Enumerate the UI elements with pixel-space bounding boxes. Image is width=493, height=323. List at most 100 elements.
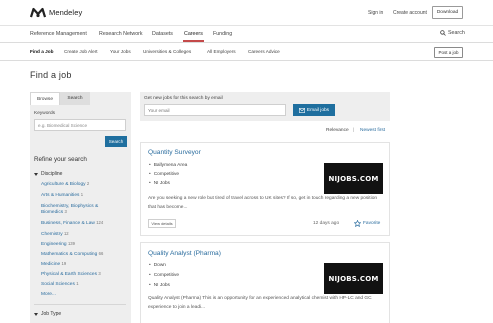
discipline-label: Social Sciences	[41, 282, 75, 287]
email-alert-label: Get new jobs for this search by email	[144, 96, 223, 101]
tab-find-a-job[interactable]: Find a Job	[30, 49, 53, 54]
discipline-label: Biomedics	[41, 210, 64, 215]
discipline-label: Biochemistry, Biophysics &	[41, 204, 99, 209]
job-type-filter-toggle[interactable]: Job Type	[34, 311, 61, 317]
brand-name: Mendeley	[49, 8, 83, 17]
star-icon	[354, 220, 361, 227]
discipline-count: 3	[64, 209, 67, 214]
post-a-job-button[interactable]: Post a job	[434, 47, 463, 58]
discipline-filter-toggle[interactable]: Discipline	[34, 171, 62, 177]
view-details-button[interactable]: View details	[148, 219, 176, 228]
discipline-item[interactable]: Social Sciences 1	[41, 281, 79, 287]
primary-nav: Reference Management Research Network Da…	[0, 26, 493, 43]
discipline-label: Chemistry	[41, 232, 63, 237]
job-card[interactable]: Quality Analyst (Pharma) Down Competitiv…	[140, 242, 390, 323]
discipline-item[interactable]: Physical & Earth Sciences 3	[41, 271, 101, 277]
email-alert-bar: Get new jobs for this search by email Yo…	[140, 92, 390, 121]
job-salary: Competitive	[149, 172, 179, 177]
discipline-item[interactable]: Business, Finance & Law 124	[41, 220, 104, 226]
discipline-count: 2	[86, 181, 90, 186]
refine-heading: Refine your search	[34, 156, 87, 163]
keyword-search-button[interactable]: Search	[105, 136, 127, 147]
nav-research-network[interactable]: Research Network	[99, 31, 143, 37]
envelope-icon	[298, 107, 305, 113]
sign-in-link[interactable]: Sign in	[368, 10, 383, 16]
nav-datasets[interactable]: Datasets	[152, 31, 173, 37]
employer-logo-text: NIJOBS.COM	[328, 174, 379, 183]
job-employer: NI Jobs	[149, 283, 170, 288]
discipline-label: Arts & Humanities	[41, 193, 80, 198]
tab-browse[interactable]: Browse	[30, 92, 60, 105]
job-card[interactable]: Quantity Surveyor Ballymena Area Competi…	[140, 142, 390, 236]
header-search-label: Search	[448, 30, 465, 36]
job-location: Ballymena Area	[149, 163, 188, 168]
discipline-count: 12	[63, 231, 69, 236]
discipline-item[interactable]: Engineering 139	[41, 241, 75, 247]
discipline-item[interactable]: Biomedics 3	[41, 209, 67, 215]
posted-date: 12 days ago	[313, 221, 340, 226]
favorite-label: Favorite	[363, 221, 381, 226]
job-description: Quality Analyst (Pharma) This is an oppo…	[148, 296, 372, 310]
tab-search[interactable]: Search	[60, 92, 90, 105]
discipline-count: 3	[98, 271, 101, 276]
download-button[interactable]: Download	[432, 6, 463, 19]
email-jobs-button[interactable]: Email jobs	[293, 104, 335, 116]
discipline-count: 1	[80, 192, 84, 197]
top-bar: Mendeley Sign in Create account Download	[0, 0, 493, 26]
tab-create-job-alert[interactable]: Create Job Alert	[64, 49, 98, 54]
job-location: Down	[149, 263, 166, 268]
sort-relevance[interactable]: Relevance	[326, 128, 349, 133]
mendeley-logo[interactable]: Mendeley	[30, 7, 82, 18]
discipline-count: 19	[61, 261, 67, 266]
favorite-button[interactable]: Favorite	[354, 220, 380, 227]
job-title[interactable]: Quantity Surveyor	[148, 149, 201, 156]
search-icon	[440, 30, 446, 36]
discipline-count: 124	[96, 220, 104, 225]
discipline-item[interactable]: Arts & Humanities 1	[41, 192, 84, 198]
job-salary: Competitive	[149, 273, 179, 278]
sidebar-tabs: Browse Search	[30, 92, 131, 105]
caret-down-icon	[34, 312, 38, 316]
keywords-label: Keywords	[34, 111, 56, 116]
discipline-item[interactable]: Medicine 19	[41, 261, 67, 267]
search-sidebar: Browse Search Keywords e.g. Biomedical S…	[30, 92, 131, 323]
email-input[interactable]: Your email	[144, 104, 286, 116]
tab-your-jobs[interactable]: Your Jobs	[110, 49, 131, 54]
tab-all-employers[interactable]: All Employers	[207, 49, 236, 54]
discipline-count: 139	[67, 241, 75, 246]
job-description: Are you seeking a new role but tired of …	[148, 196, 378, 210]
nav-careers[interactable]: Careers	[184, 31, 203, 37]
nav-funding[interactable]: Funding	[213, 31, 232, 37]
sort-newest-first[interactable]: Newest first	[360, 128, 385, 133]
mendeley-logo-icon	[30, 7, 46, 18]
more-disciplines-link[interactable]: More...	[41, 292, 56, 297]
active-nav-indicator	[183, 40, 204, 42]
job-title[interactable]: Quality Analyst (Pharma)	[148, 250, 221, 257]
discipline-label: Agriculture & Biology	[41, 182, 86, 187]
keywords-input[interactable]: e.g. Biomedical Science	[34, 119, 126, 131]
email-jobs-label: Email jobs	[306, 107, 330, 113]
discipline-label: Engineering	[41, 242, 67, 247]
divider	[34, 304, 126, 305]
secondary-nav: Find a Job Create Job Alert Your Jobs Un…	[0, 43, 493, 61]
tab-careers-advice[interactable]: Careers Advice	[248, 49, 280, 54]
caret-down-icon	[34, 172, 38, 176]
create-account-link[interactable]: Create account	[393, 10, 427, 16]
tab-universities-colleges[interactable]: Universities & Colleges	[143, 49, 191, 54]
employer-logo[interactable]: NIJOBS.COM	[324, 163, 383, 194]
discipline-label: Discipline	[41, 171, 63, 177]
employer-logo-text: NIJOBS.COM	[328, 274, 379, 283]
employer-logo[interactable]: NIJOBS.COM	[324, 263, 383, 294]
discipline-label: Physical & Earth Sciences	[41, 272, 97, 277]
discipline-count: 1	[76, 281, 79, 286]
discipline-item[interactable]: Agriculture & Biology 2	[41, 181, 90, 187]
sort-separator: |	[353, 128, 355, 133]
discipline-item[interactable]: Biochemistry, Biophysics &	[41, 204, 98, 209]
discipline-count: 66	[98, 251, 104, 256]
header-search-link[interactable]: Search	[440, 30, 465, 36]
discipline-item[interactable]: Chemistry 12	[41, 231, 69, 237]
discipline-item[interactable]: Mathematics & Computing 66	[41, 251, 104, 257]
job-employer: NI Jobs	[149, 181, 170, 186]
discipline-label: Medicine	[41, 262, 61, 267]
nav-reference-management[interactable]: Reference Management	[30, 31, 87, 37]
